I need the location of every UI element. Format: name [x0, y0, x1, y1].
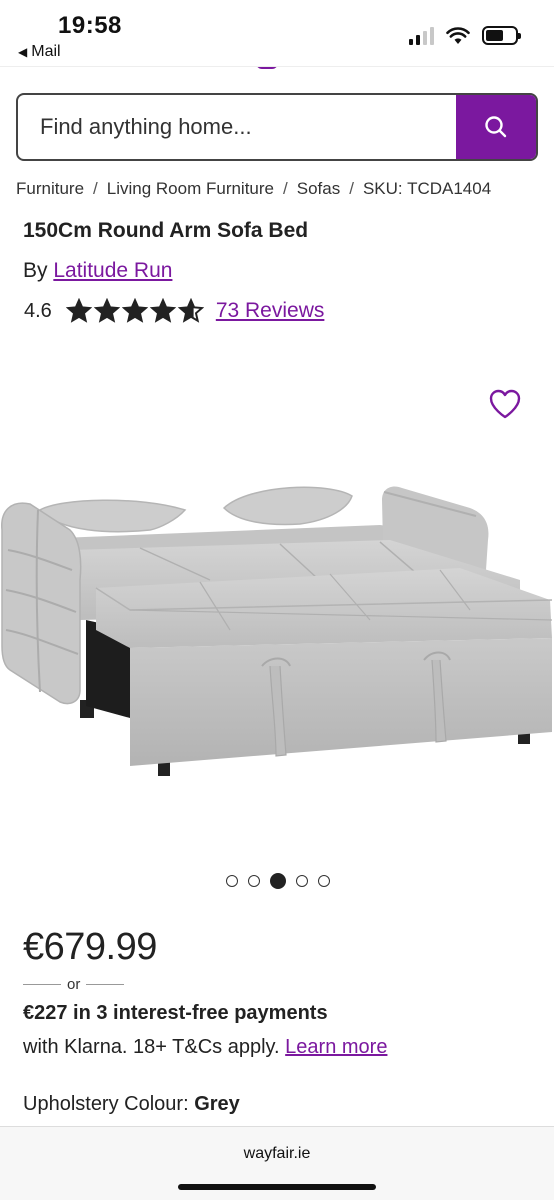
gallery-dot[interactable]: [296, 875, 308, 887]
breadcrumb-sku: SKU: TCDA1404: [362, 179, 492, 198]
breadcrumb-living-room-furniture[interactable]: Living Room Furniture: [107, 179, 274, 199]
product-rating: 4.6 73 Reviews: [24, 298, 324, 324]
product-title: 150Cm Round Arm Sofa Bed: [23, 219, 309, 242]
gallery-dot[interactable]: [248, 875, 260, 887]
upholstery-colour: Upholstery Colour: Grey: [23, 1093, 240, 1116]
klarna-terms-text: with Klarna. 18+ T&Cs apply.: [23, 1036, 286, 1058]
breadcrumb-separator: /: [283, 179, 288, 198]
browser-url[interactable]: wayfair.ie: [0, 1145, 554, 1163]
search-input[interactable]: [18, 95, 456, 159]
star-icon: [121, 298, 148, 323]
status-bar: 19:58 ◀ Mail: [0, 0, 554, 66]
or-label: or: [67, 976, 81, 993]
gallery-pagination: [226, 873, 330, 889]
search-icon: [485, 116, 507, 138]
breadcrumb-furniture[interactable]: Furniture: [16, 179, 84, 199]
cellular-signal-icon: [409, 26, 434, 45]
back-to-mail-button[interactable]: ◀ Mail: [18, 43, 61, 61]
star-icon: [65, 298, 92, 323]
product-image[interactable]: [0, 470, 554, 790]
by-prefix: By: [23, 259, 54, 282]
product-price: €679.99: [23, 926, 157, 968]
back-label: Mail: [31, 43, 61, 60]
status-time: 19:58: [58, 12, 122, 39]
klarna-terms: with Klarna. 18+ T&Cs apply. Learn more: [23, 1036, 387, 1059]
search-button[interactable]: [456, 95, 536, 159]
breadcrumb: Furniture / Living Room Furniture / Sofa…: [16, 179, 546, 199]
star-icon: [177, 298, 204, 323]
breadcrumb-separator: /: [349, 179, 354, 198]
battery-icon: [482, 26, 521, 45]
star-icon: [93, 298, 120, 323]
reviews-link[interactable]: 73 Reviews: [216, 299, 325, 323]
favorite-heart-icon[interactable]: [488, 388, 522, 420]
search-bar: [16, 93, 538, 161]
rating-value: 4.6: [24, 299, 52, 322]
breadcrumb-separator: /: [93, 179, 98, 198]
browser-address-bar: wayfair.ie: [0, 1126, 554, 1200]
gallery-dot[interactable]: [270, 873, 286, 889]
status-icons: [409, 26, 521, 45]
brand-link[interactable]: Latitude Run: [53, 259, 172, 282]
rating-stars: [65, 298, 204, 324]
back-arrow-icon: ◀: [18, 45, 28, 59]
wayfair-logo-peek: [0, 66, 554, 74]
home-indicator: [178, 1184, 376, 1190]
or-divider: or: [23, 976, 125, 993]
gallery-dot[interactable]: [318, 875, 330, 887]
product-brand-line: By Latitude Run: [23, 259, 172, 283]
wifi-icon: [446, 26, 470, 44]
colour-value: Grey: [194, 1093, 240, 1115]
colour-label: Upholstery Colour:: [23, 1093, 195, 1115]
gallery-dot[interactable]: [226, 875, 238, 887]
learn-more-link[interactable]: Learn more: [285, 1036, 387, 1058]
star-icon: [149, 298, 176, 323]
breadcrumb-sofas[interactable]: Sofas: [297, 179, 340, 199]
klarna-installments: €227 in 3 interest-free payments: [23, 1002, 328, 1024]
